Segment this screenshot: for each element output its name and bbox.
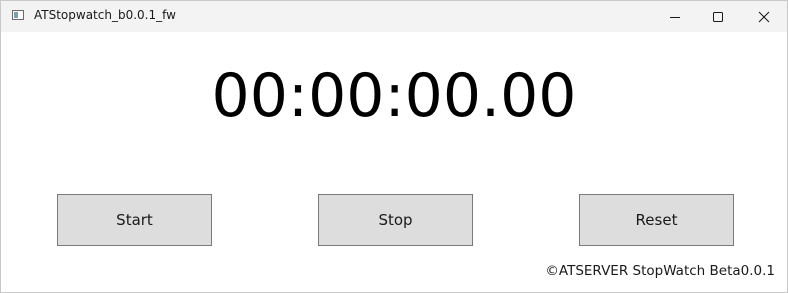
app-icon[interactable] bbox=[12, 10, 24, 20]
reset-button-label: Reset bbox=[635, 211, 678, 229]
stop-button-label: Stop bbox=[378, 211, 413, 229]
start-button-label: Start bbox=[116, 211, 153, 229]
minimize-icon bbox=[670, 16, 680, 18]
app-window: ATStopwatch_b0.0.1_fw 00:00:00.00 Start … bbox=[0, 0, 788, 293]
maximize-icon bbox=[713, 11, 723, 22]
stop-button[interactable]: Stop bbox=[318, 194, 473, 246]
maximize-button[interactable] bbox=[695, 1, 741, 32]
copyright-label: ©ATSERVER StopWatch Beta0.0.1 bbox=[545, 263, 775, 279]
minimize-button[interactable] bbox=[652, 1, 698, 32]
start-button[interactable]: Start bbox=[57, 194, 212, 246]
title-bar[interactable]: ATStopwatch_b0.0.1_fw bbox=[1, 1, 787, 32]
time-display: 00:00:00.00 bbox=[211, 61, 577, 131]
close-icon bbox=[758, 11, 770, 22]
reset-button[interactable]: Reset bbox=[579, 194, 734, 246]
close-button[interactable] bbox=[741, 1, 787, 32]
app-icon-panel bbox=[14, 12, 18, 18]
window-title: ATStopwatch_b0.0.1_fw bbox=[34, 8, 176, 22]
